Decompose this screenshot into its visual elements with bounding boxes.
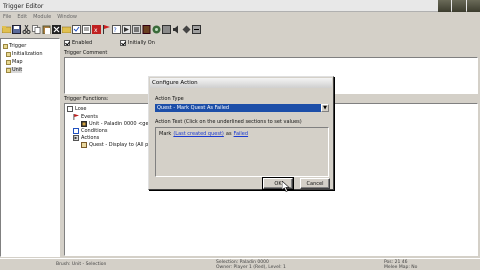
svg-text:?: ? (114, 27, 117, 34)
action-type-dropdown[interactable]: Quest - Mark Quest As Failed ▼ (155, 104, 329, 112)
trigger-comment-label: Trigger Comment (64, 50, 108, 56)
tree-item[interactable]: Map (6, 59, 23, 65)
status-bar: Brush: Unit - Selection Selection: Palad… (0, 258, 480, 270)
toolbar: x ? (0, 22, 201, 36)
thumbnail-1[interactable] (438, 0, 452, 12)
dialog-title-bar[interactable]: Configure Action (150, 78, 332, 88)
save-icon[interactable] (12, 24, 21, 35)
window-controls[interactable] (438, 0, 480, 12)
category-icon[interactable] (62, 24, 71, 35)
condition-icon[interactable]: ? (112, 24, 121, 35)
tree-row-actions[interactable]: Actions (73, 135, 99, 141)
folder-icon[interactable] (2, 24, 11, 35)
cut-icon[interactable] (22, 24, 31, 35)
status-melee: Melee Map: No (384, 265, 418, 270)
trigger-tree-panel[interactable]: Trigger Initialization Map Unit (0, 38, 60, 257)
tree-row-events[interactable]: Events (73, 114, 98, 120)
copy-icon[interactable] (32, 24, 41, 35)
action-text-label: Action Text (Click on the underlined sec… (155, 119, 302, 125)
module-icon[interactable] (152, 24, 161, 35)
menu-edit[interactable]: Edit (17, 14, 27, 20)
tree-row-action-item[interactable]: Quest - Display to (All pl (81, 142, 150, 148)
initially-on-checkbox[interactable]: Initially On (120, 40, 155, 46)
tree-row-event-item[interactable]: Unit - Paladin 0000 <gen> (81, 121, 156, 127)
action-icon (73, 135, 79, 141)
test-icon[interactable] (132, 24, 141, 35)
title-bar: Trigger Editor (0, 0, 480, 12)
menu-bar: File Edit Module Window (0, 12, 480, 21)
comment-icon[interactable] (82, 24, 91, 35)
chevron-down-icon[interactable]: ▼ (321, 104, 329, 112)
status-brush: Brush: Unit - Selection (56, 262, 107, 267)
action-text-box: Mark (Last created quest) as Failed (155, 127, 329, 177)
tree-item-selected[interactable]: Unit (6, 67, 23, 73)
window-title: Trigger Editor (3, 3, 44, 10)
event-icon[interactable] (102, 24, 111, 35)
tree-item[interactable]: Trigger (3, 43, 26, 49)
folder-icon (6, 67, 11, 73)
checkbox-checked[interactable] (120, 40, 126, 46)
mouse-cursor-icon (282, 181, 290, 192)
trigger-functions-label: Trigger Functions: (64, 96, 109, 102)
x-icon[interactable] (52, 24, 61, 35)
menu-window[interactable]: Window (57, 14, 77, 20)
menu-module[interactable]: Module (33, 14, 51, 20)
flag-icon (73, 114, 79, 120)
export-icon[interactable] (192, 24, 201, 35)
quest-parameter-link[interactable]: (Last created quest) (173, 131, 224, 137)
dialog-title: Configure Action (152, 80, 198, 86)
menu-file[interactable]: File (3, 14, 11, 20)
as-text: as (225, 131, 232, 137)
trigger-icon (67, 106, 73, 112)
action-text-line: Mark (Last created quest) as Failed (159, 131, 248, 137)
folder-icon (6, 59, 11, 65)
folder-icon (3, 43, 8, 49)
mark-text: Mark (159, 131, 172, 137)
cancel-button[interactable]: Cancel (300, 178, 330, 189)
condition-icon (73, 128, 79, 134)
book-icon[interactable] (142, 24, 151, 35)
thumbnail-3[interactable] (466, 0, 480, 12)
action-type-value: Quest - Mark Quest As Failed (157, 105, 230, 111)
object-icon[interactable] (182, 24, 191, 35)
status-owner: Owner: Player 1 (Red), Level: 1 (216, 265, 286, 270)
enabled-checkbox[interactable]: Enabled (64, 40, 92, 46)
thumbnail-2[interactable] (452, 0, 466, 12)
paste-icon[interactable] (42, 24, 51, 35)
tree-row-conditions[interactable]: Conditions (73, 128, 107, 134)
tree-item[interactable]: Initialization (6, 51, 43, 57)
unit-event-icon (81, 121, 87, 127)
failed-parameter-link[interactable]: Failed (234, 131, 249, 137)
sound-icon[interactable] (172, 24, 181, 35)
tree-row-root[interactable]: Lose (67, 106, 86, 112)
import-icon[interactable] (162, 24, 171, 35)
folder-icon (6, 51, 11, 57)
variable-icon[interactable]: x (92, 24, 101, 35)
quest-icon (81, 142, 87, 148)
action-icon[interactable] (122, 24, 131, 35)
configure-action-dialog: Configure Action Action Type Quest - Mar… (148, 76, 334, 190)
checkbox-checked[interactable] (64, 40, 70, 46)
svg-text:x: x (94, 27, 98, 34)
action-type-label: Action Type (155, 96, 184, 102)
trigger-icon[interactable] (72, 24, 81, 35)
